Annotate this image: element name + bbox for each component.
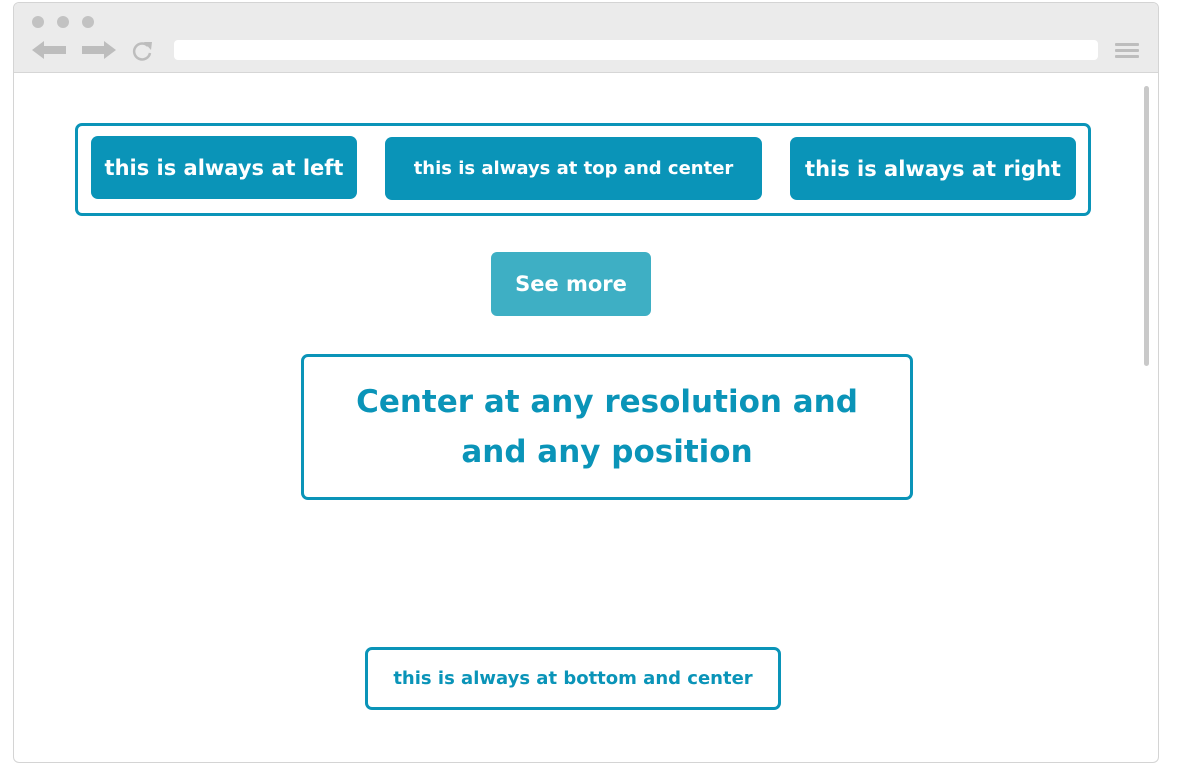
page-viewport: this is always at left this is always at… bbox=[14, 73, 1158, 762]
window-dot-icon[interactable] bbox=[32, 16, 44, 28]
reload-icon[interactable] bbox=[129, 39, 155, 63]
address-bar[interactable] bbox=[174, 40, 1098, 60]
browser-toolbar bbox=[14, 3, 1158, 73]
left-button[interactable]: this is always at left bbox=[91, 136, 357, 199]
center-box: Center at any resolution and and any pos… bbox=[301, 354, 913, 500]
top-center-button[interactable]: this is always at top and center bbox=[385, 137, 762, 200]
browser-window: this is always at left this is always at… bbox=[13, 2, 1159, 763]
back-arrow-icon[interactable] bbox=[32, 39, 68, 61]
hamburger-menu-icon[interactable] bbox=[1115, 43, 1139, 59]
top-bar: this is always at left this is always at… bbox=[75, 123, 1091, 216]
window-dot-icon[interactable] bbox=[82, 16, 94, 28]
see-more-button[interactable]: See more bbox=[491, 252, 651, 316]
right-button[interactable]: this is always at right bbox=[790, 137, 1076, 200]
bottom-center-button[interactable]: this is always at bottom and center bbox=[365, 647, 781, 710]
forward-arrow-icon[interactable] bbox=[80, 39, 116, 61]
window-dot-icon[interactable] bbox=[57, 16, 69, 28]
center-box-text: Center at any resolution and and any pos… bbox=[356, 384, 858, 470]
